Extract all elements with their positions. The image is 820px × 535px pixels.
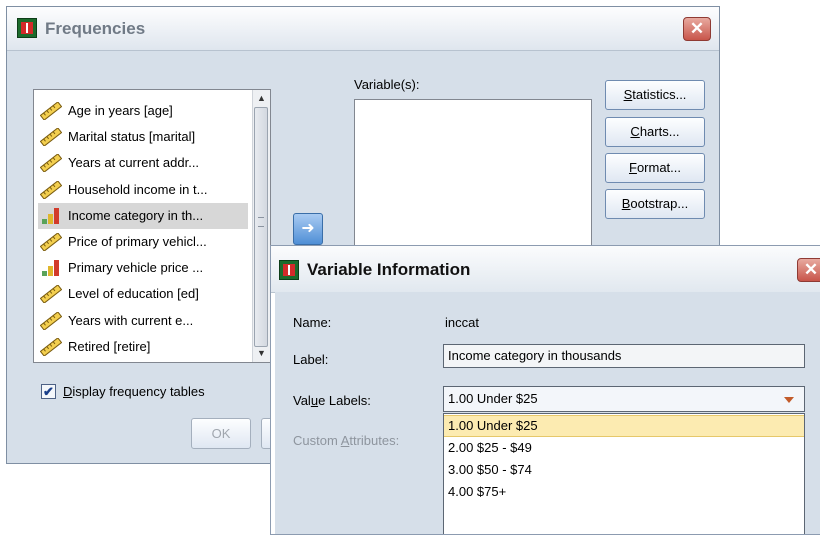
label-label: Label: [293,352,329,367]
scale-measure-icon [39,179,63,200]
scale-measure-icon [39,153,63,174]
variable-list-item[interactable]: Price of primary vehicl... [38,229,248,255]
variable-list-item[interactable]: Age in years [age] [38,98,248,124]
frequencies-titlebar: Frequencies ✕ [7,7,719,51]
variable-list-item[interactable]: Years at current addr... [38,150,248,176]
spss-app-icon [17,18,37,38]
value-label-option[interactable]: 4.00 $75+ [444,481,804,503]
variable-list-item-label: Income category in th... [68,207,204,223]
variable-list-item-label: Years at current addr... [68,155,200,171]
name-label: Name: [293,315,332,330]
variable-list-item[interactable]: Level of education [ed] [38,281,248,307]
arrow-right-icon: ➜ [301,220,315,237]
scale-measure-icon [39,232,63,252]
scale-measure-icon [39,310,63,331]
scale-measure-icon [39,127,63,148]
ordinal-measure-icon [42,260,62,277]
value-label-option[interactable]: 2.00 $25 - $49 [444,437,804,459]
frequencies-title: Frequencies [45,19,146,38]
scale-measure-icon [39,336,63,357]
variable-list-scrollbar[interactable]: ▲ ▼ [252,90,270,362]
ordinal-measure-icon [42,207,62,224]
value-labels-options-list[interactable]: 1.00 Under $25 2.00 $25 - $49 3.00 $50 -… [443,413,805,534]
variable-list-item-label: Household income in t... [68,181,208,197]
value-label-option[interactable]: 1.00 Under $25 [444,415,804,437]
source-variable-list[interactable]: Age in years [age] Marital status [marita… [33,89,271,363]
variable-list-item-label: Years with current e... [68,312,194,328]
format-button[interactable]: Format... [605,153,705,183]
value-labels-dropdown[interactable]: 1.00 Under $25 [443,386,805,412]
value-labels-selected: 1.00 Under $25 [448,391,538,406]
variable-list-item[interactable]: Retired [retire] [38,334,248,360]
variable-list-item-label: Level of education [ed] [68,286,199,302]
label-field[interactable]: Income category in thousands [443,344,805,368]
variable-list-item-label: Age in years [age] [68,103,173,118]
value-labels-label: Value Labels: [293,393,371,408]
variable-information-close-button[interactable]: ✕ [797,258,820,282]
variable-list-item[interactable]: Primary vehicle price ... [38,255,248,281]
selected-variables-list[interactable] [354,99,592,249]
display-frequency-tables-label: Display frequency tables [63,384,205,399]
custom-attributes-label: Custom Attributes: [293,433,400,448]
scale-measure-icon [39,284,63,305]
dropdown-arrow-icon[interactable] [784,397,794,403]
value-label-option[interactable]: 3.00 $50 - $74 [444,459,804,481]
move-variable-button[interactable]: ➜ [293,213,323,245]
scroll-down-arrow-icon[interactable]: ▼ [253,345,270,362]
variable-list-item-label: Retired [retire] [68,338,151,354]
variable-information-title: Variable Information [307,260,471,279]
display-frequency-tables-checkbox[interactable]: ✔ [41,384,56,399]
scroll-up-arrow-icon[interactable]: ▲ [253,90,270,107]
variable-list-item[interactable]: Household income in t... [38,177,248,203]
variable-list-item-label: Primary vehicle price ... [68,260,204,276]
variable-list-item-label: Marital status [marital] [68,129,196,145]
variable-information-titlebar: Variable Information ✕ [271,246,820,293]
spss-app-icon [279,260,299,280]
variable-information-dialog: Variable Information ✕ Name: inccat Labe… [270,245,820,535]
scrollbar-thumb[interactable] [254,107,268,347]
name-value: inccat [445,315,479,330]
variable-list-item[interactable]: Years with current e... [38,308,248,334]
bootstrap-button[interactable]: Bootstrap... [605,189,705,219]
ok-button[interactable]: OK [191,418,251,449]
charts-button[interactable]: Charts... [605,117,705,147]
variable-list-item-label: Price of primary vehicl... [68,234,207,249]
variables-label: Variable(s): [354,77,420,92]
frequencies-close-button[interactable]: ✕ [683,17,711,41]
variable-list-item[interactable]: Income category in th... [38,202,248,229]
variable-list-item[interactable]: Marital status [marital] [38,124,248,150]
variable-information-body: Name: inccat Label: Income category in t… [275,292,820,534]
scale-measure-icon [39,101,63,121]
statistics-button[interactable]: Statistics... [605,80,705,110]
